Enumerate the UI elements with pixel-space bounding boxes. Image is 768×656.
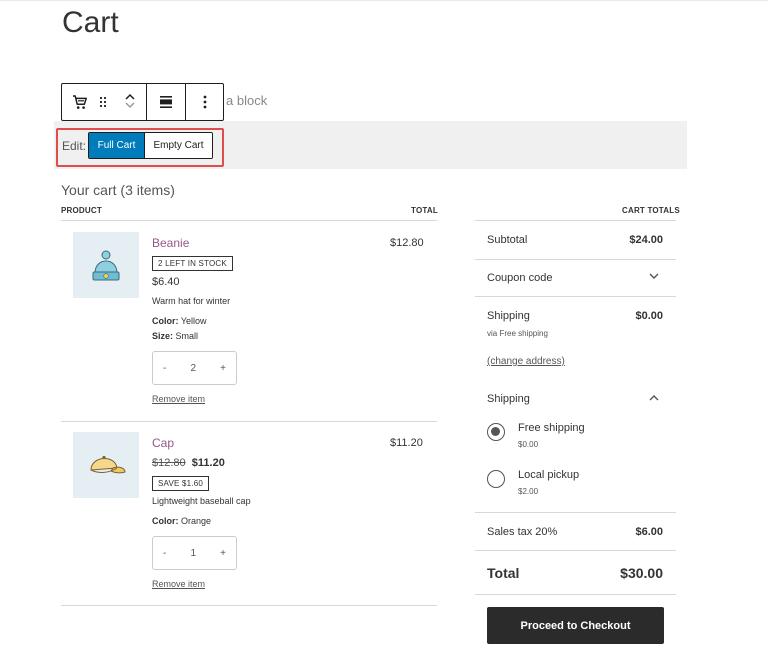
cap-description: Lightweight baseball cap — [152, 496, 251, 506]
cap-thumbnail[interactable] — [73, 432, 139, 498]
beanie-line-total: $12.80 — [390, 237, 424, 249]
remove-cap-link[interactable]: Remove item — [152, 579, 205, 589]
tax-divider — [475, 550, 676, 551]
subtotal-divider — [475, 259, 676, 260]
top-divider — [0, 0, 768, 1]
total-divider — [475, 594, 676, 595]
move-up-icon[interactable] — [125, 93, 135, 102]
local-pickup-label[interactable]: Local pickup — [518, 469, 579, 481]
toolbar-group-more — [186, 84, 224, 120]
add-block-hint: a block — [226, 93, 268, 108]
header-divider — [61, 220, 437, 221]
cap-price: $12.80 $11.20 — [152, 457, 225, 469]
cart-totals-header: CART TOTALS — [622, 206, 680, 215]
local-pickup-radio[interactable] — [487, 470, 505, 488]
item-divider — [61, 421, 437, 422]
beanie-thumbnail[interactable] — [73, 232, 139, 298]
toolbar-group-block — [62, 84, 147, 120]
total-label: Total — [487, 565, 520, 581]
beanie-product-link[interactable]: Beanie — [152, 236, 189, 250]
free-shipping-price: $0.00 — [518, 440, 539, 449]
cap-quantity-stepper: - 1 + — [152, 536, 237, 570]
toolbar-group-align — [147, 84, 186, 120]
sale-badge: SAVE $1.60 — [152, 476, 209, 491]
subtotal-value: $24.00 — [629, 234, 663, 246]
cart-icon[interactable] — [62, 84, 92, 120]
subtotal-label: Subtotal — [487, 234, 528, 246]
cap-color-attribute: Color: Orange — [152, 516, 212, 526]
totals-top-divider — [475, 220, 676, 221]
chevron-up-icon[interactable] — [649, 393, 659, 404]
increase-quantity-button[interactable]: + — [220, 548, 226, 559]
shipping-options-heading[interactable]: Shipping — [487, 393, 530, 405]
shipping-label: Shipping — [487, 310, 530, 322]
low-stock-badge: 2 LEFT IN STOCK — [152, 256, 233, 271]
proceed-to-checkout-button[interactable]: Proceed to Checkout — [487, 607, 664, 644]
total-value: $30.00 — [620, 565, 663, 581]
coupon-code-toggle[interactable]: Coupon code — [487, 272, 552, 284]
change-address-link[interactable]: (change address) — [487, 356, 565, 367]
product-column-header: PRODUCT — [61, 206, 102, 215]
free-shipping-radio[interactable] — [487, 423, 505, 441]
free-shipping-label[interactable]: Free shipping — [518, 422, 585, 434]
cap-line-total: $11.20 — [390, 437, 423, 449]
highlight-box — [56, 128, 224, 167]
items-bottom-divider — [61, 605, 437, 606]
move-down-icon[interactable] — [125, 102, 135, 111]
decrease-quantity-button[interactable]: - — [163, 363, 166, 374]
shipping-method-note: via Free shipping — [487, 329, 548, 338]
beanie-quantity-stepper: - 2 + — [152, 351, 237, 385]
coupon-divider — [475, 296, 676, 297]
chevron-down-icon[interactable] — [649, 272, 659, 283]
move-buttons — [114, 84, 146, 120]
local-pickup-price: $2.00 — [518, 487, 539, 496]
sales-tax-value: $6.00 — [635, 526, 663, 538]
cart-heading: Your cart (3 items) — [61, 182, 175, 198]
quantity-value[interactable]: 2 — [190, 363, 196, 374]
beanie-description: Warm hat for winter — [152, 296, 231, 306]
beanie-price: $6.40 — [152, 276, 180, 288]
block-toolbar — [61, 83, 224, 121]
shipping-value: $0.00 — [635, 310, 663, 322]
cap-product-link[interactable]: Cap — [152, 436, 174, 450]
shipping-divider — [475, 512, 676, 513]
quantity-value[interactable]: 1 — [190, 548, 196, 559]
increase-quantity-button[interactable]: + — [220, 363, 226, 374]
beanie-color-attribute: Color: Yellow — [152, 316, 207, 326]
beanie-size-attribute: Size: Small — [152, 331, 199, 341]
drag-handle-icon[interactable] — [92, 84, 114, 120]
more-options-icon[interactable] — [186, 84, 224, 120]
remove-beanie-link[interactable]: Remove item — [152, 394, 205, 404]
total-column-header: TOTAL — [411, 206, 438, 215]
align-icon[interactable] — [147, 84, 185, 120]
page-title: Cart — [62, 6, 119, 39]
sales-tax-label: Sales tax 20% — [487, 526, 558, 538]
decrease-quantity-button[interactable]: - — [163, 548, 166, 559]
